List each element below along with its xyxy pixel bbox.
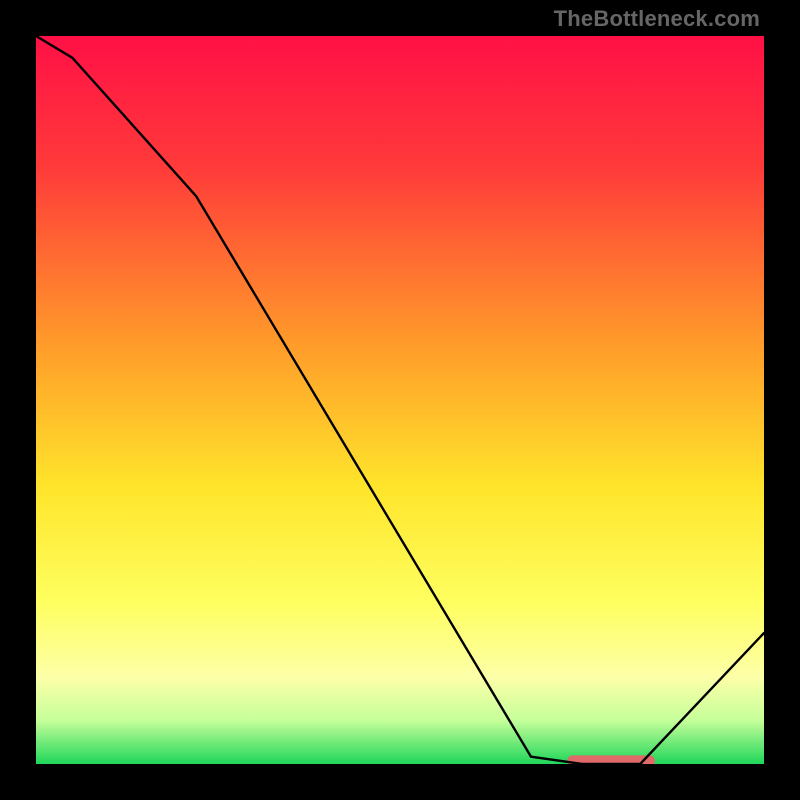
chart-frame: TheBottleneck.com <box>0 0 800 800</box>
plot-area <box>36 36 764 764</box>
watermark-label: TheBottleneck.com <box>554 6 760 32</box>
chart-svg <box>36 36 764 764</box>
gradient-background <box>36 36 764 764</box>
